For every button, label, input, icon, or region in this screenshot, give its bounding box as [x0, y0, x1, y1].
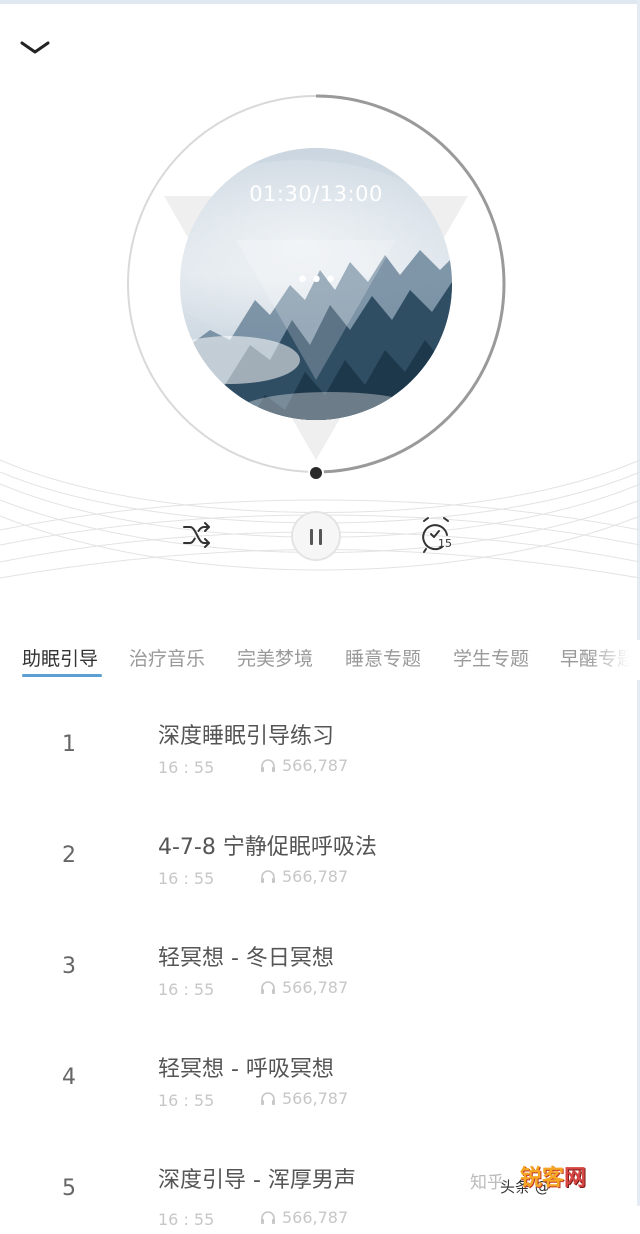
player-disc: 01:30/13:00 ••• — [0, 0, 640, 500]
track-number: 5 — [62, 1176, 76, 1201]
tab-sleep-guide[interactable]: 助眠引导 — [22, 640, 98, 678]
headphones-icon — [261, 981, 275, 994]
tab-student[interactable]: 学生专题 — [453, 640, 529, 678]
track-plays: 566,787 — [260, 1208, 348, 1227]
headphones-icon — [261, 870, 275, 883]
track-title: 轻冥想 - 冬日冥想 — [158, 946, 334, 971]
track-duration: 16 : 55 — [158, 1210, 215, 1229]
track-title: 4-7-8 宁静促眠呼吸法 — [158, 835, 377, 860]
tab-sleepiness[interactable]: 睡意专题 — [345, 640, 421, 678]
tab-perfect-dream[interactable]: 完美梦境 — [237, 640, 313, 678]
headphones-icon — [261, 1092, 275, 1105]
play-count: 566,787 — [282, 867, 349, 886]
more-options-button[interactable]: ••• — [296, 270, 337, 296]
track-plays: 566,787 — [260, 756, 348, 775]
shuffle-icon — [183, 522, 210, 548]
list-item[interactable]: 2 4-7-8 宁静促眠呼吸法 16 : 55 566,787 — [0, 801, 640, 901]
playback-controls: 15 — [0, 505, 640, 565]
sleep-timer-button[interactable]: 15 — [416, 515, 460, 555]
track-number: 4 — [62, 1065, 76, 1090]
active-tab-indicator — [22, 674, 102, 677]
list-item[interactable]: 1 深度睡眠引导练习 16 : 55 566,787 — [0, 690, 640, 790]
track-duration: 16 : 55 — [158, 1091, 215, 1110]
list-item[interactable]: 3 轻冥想 - 冬日冥想 16 : 55 566,787 — [0, 912, 640, 1012]
track-title: 轻冥想 - 呼吸冥想 — [158, 1057, 334, 1082]
play-count: 566,787 — [282, 978, 349, 997]
track-number: 3 — [62, 954, 76, 979]
list-item[interactable]: 4 轻冥想 - 呼吸冥想 16 : 55 566,787 — [0, 1023, 640, 1123]
watermark-zhihu: 知乎 — [470, 1173, 504, 1193]
track-number: 1 — [62, 732, 76, 757]
progress-ring[interactable] — [0, 0, 640, 500]
headphones-icon — [261, 759, 275, 772]
watermark: 知乎 头条 @ 锐客网 — [470, 1160, 640, 1200]
shuffle-button[interactable] — [178, 517, 216, 553]
playback-time: 01:30/13:00 — [249, 182, 383, 206]
track-plays: 566,787 — [260, 978, 348, 997]
headphones-icon — [261, 1211, 275, 1224]
watermark-ruike-logo: 锐客网 — [520, 1166, 587, 1191]
track-duration: 16 : 55 — [158, 980, 215, 999]
tab-early-wake[interactable]: 早醒专题 — [560, 640, 636, 678]
track-duration: 16 : 55 — [158, 869, 215, 888]
timer-minutes: 15 — [438, 537, 452, 550]
track-title: 深度睡眠引导练习 — [158, 724, 335, 749]
progress-knob[interactable] — [308, 465, 324, 481]
track-plays: 566,787 — [260, 867, 348, 886]
tab-therapy-music[interactable]: 治疗音乐 — [129, 640, 205, 678]
track-duration: 16 : 55 — [158, 758, 215, 777]
track-title: 深度引导 - 浑厚男声 — [158, 1168, 356, 1193]
pause-button[interactable] — [291, 511, 341, 561]
play-count: 566,787 — [282, 1089, 349, 1108]
track-plays: 566,787 — [260, 1089, 348, 1108]
play-count: 566,787 — [282, 1208, 349, 1227]
play-count: 566,787 — [282, 756, 349, 775]
track-number: 2 — [62, 843, 76, 868]
